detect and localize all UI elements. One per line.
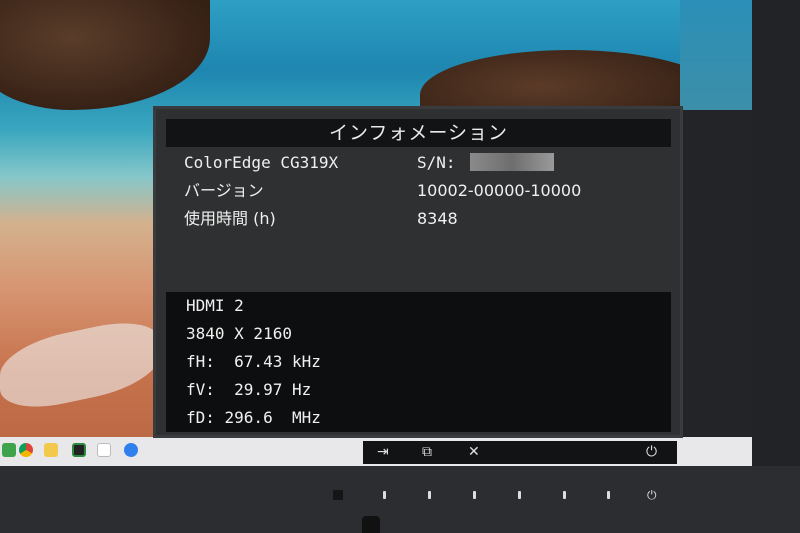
horizontal-frequency: fH: 67.43 kHz: [186, 352, 321, 371]
usage-time-value: 8348: [417, 209, 458, 228]
resolution: 3840 X 2160: [186, 324, 292, 343]
chrome-icon[interactable]: [19, 443, 33, 457]
version-value: 10002-00000-10000: [417, 181, 582, 200]
front-button-4[interactable]: [518, 491, 521, 499]
serial-number-masked: [470, 153, 554, 171]
version-label: バージョン: [184, 181, 264, 200]
monitor-stand: [362, 516, 380, 533]
front-button-1[interactable]: [383, 491, 386, 499]
folder-icon[interactable]: [44, 443, 58, 457]
wallpaper-rock-left: [0, 0, 210, 110]
front-button-2[interactable]: [428, 491, 431, 499]
signal-info-panel: HDMI 2 3840 X 2160 fH: 67.43 kHz fV: 29.…: [166, 292, 671, 432]
front-button-3[interactable]: [473, 491, 476, 499]
input-icon[interactable]: ⇥: [377, 444, 389, 460]
osd-title: インフォメーション: [166, 119, 671, 147]
mode-icon[interactable]: ⧉: [422, 444, 432, 460]
vertical-frequency: fV: 29.97 Hz: [186, 380, 312, 399]
wallpaper-foam: [0, 312, 160, 418]
front-button-6[interactable]: [607, 491, 610, 499]
input-name: HDMI 2: [186, 296, 244, 315]
front-button-5[interactable]: [563, 491, 566, 499]
power-icon[interactable]: ⏻: [646, 444, 657, 460]
usage-time-label: 使用時間 (h): [184, 209, 276, 228]
front-power-button-icon[interactable]: ⏻: [647, 488, 657, 503]
taskbar-app-icon[interactable]: [2, 443, 16, 457]
osd-information-window: インフォメーション ColorEdge CG319X S/N: バージョン 10…: [153, 106, 683, 438]
app-icon-green[interactable]: [72, 443, 86, 457]
serial-label: S/N:: [417, 153, 456, 172]
document-icon[interactable]: [97, 443, 111, 457]
monitor-bezel-right: [752, 0, 800, 533]
light-sensor: [333, 490, 343, 500]
dot-clock: fD: 296.6 MHz: [186, 408, 321, 427]
button-guide-bar: [363, 441, 677, 464]
monitor-bezel-bottom: [0, 466, 800, 533]
wallpaper-right-strip: [680, 0, 752, 466]
settings-icon[interactable]: [124, 443, 138, 457]
model-name: ColorEdge CG319X: [184, 153, 339, 172]
close-icon[interactable]: ✕: [468, 444, 480, 460]
